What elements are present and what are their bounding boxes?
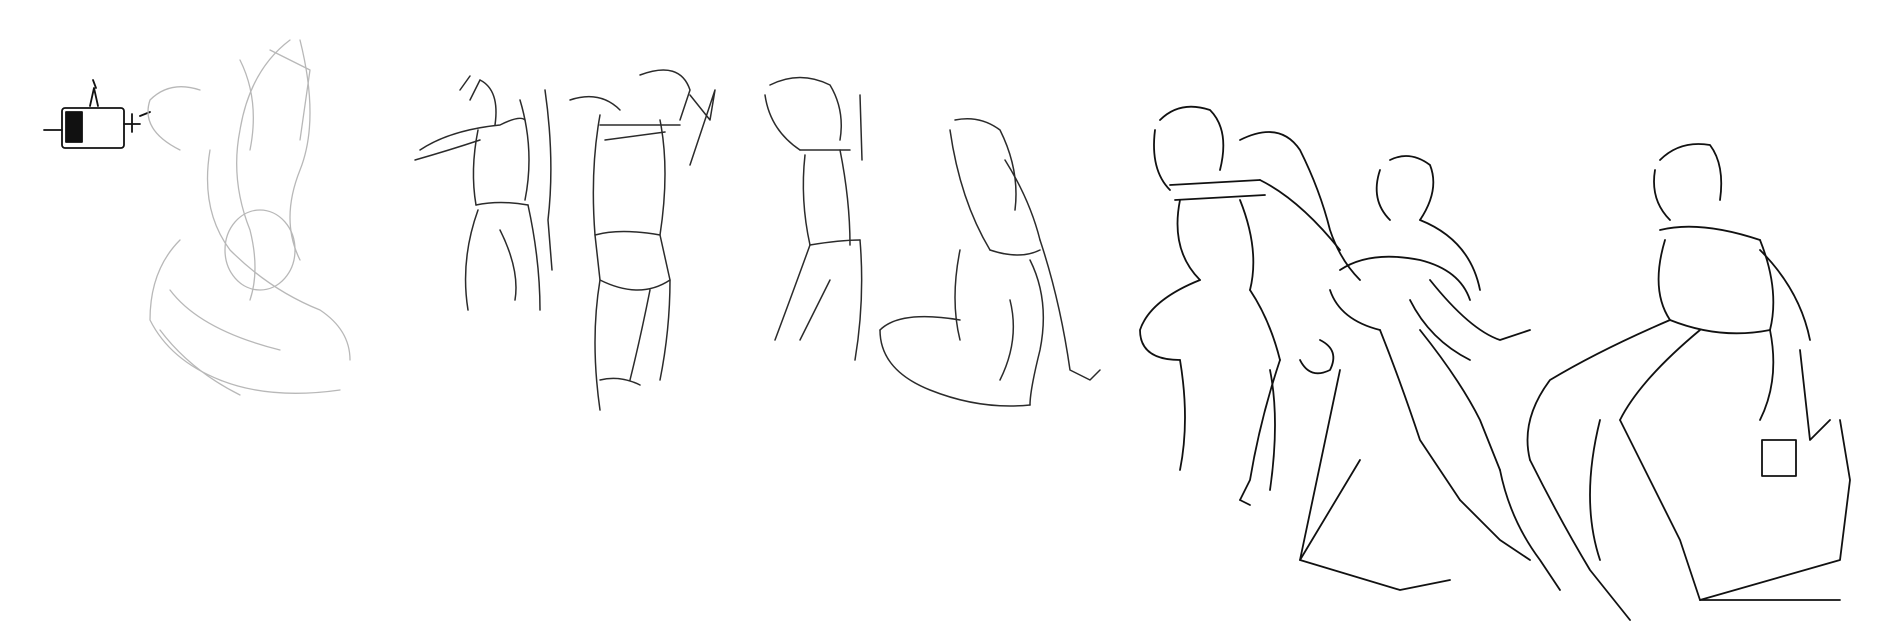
seated-lunge: [1139, 105, 1361, 506]
kneeling-figure: [879, 118, 1101, 407]
arched-torso: [147, 39, 351, 396]
seated-leaning: [1299, 155, 1561, 591]
standing-back-3: [764, 76, 863, 361]
standing-back-1: [414, 75, 553, 311]
sketch-canvas: [0, 0, 1886, 640]
seated-on-block: [1526, 143, 1851, 621]
standing-back-2: [569, 69, 716, 411]
gesture-sketches: [43, 39, 1851, 621]
icon-thumbnail: [43, 79, 151, 149]
